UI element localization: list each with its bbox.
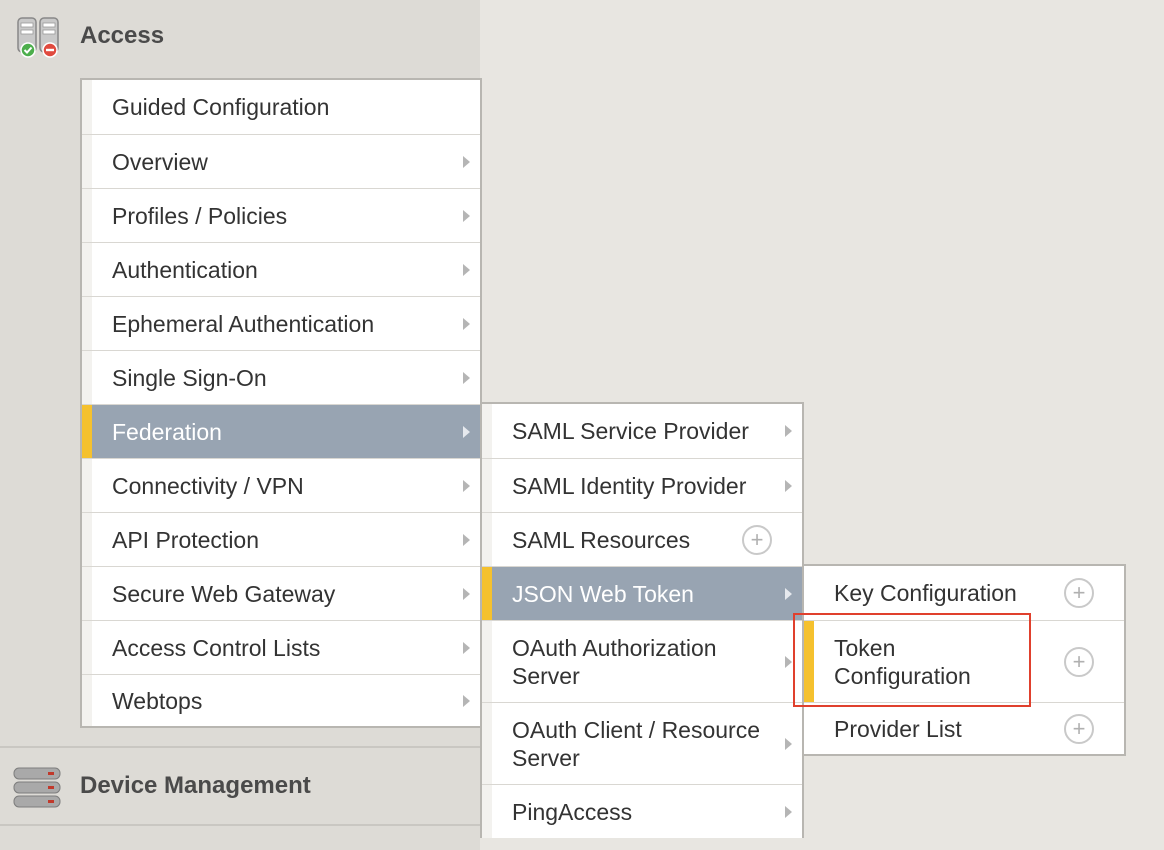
selection-accent [482,567,492,620]
plus-circle-icon[interactable]: + [1064,646,1094,677]
menu-item-label: Single Sign-On [112,364,267,391]
menu-item-label: JSON Web Token [512,580,694,607]
menu-item-label: SAML Service Provider [512,418,749,444]
access-submenu: Guided Configuration Overview Profiles / P… [80,78,482,728]
row-gutter [482,513,492,566]
chevron-right-icon [785,655,792,668]
row-gutter [82,243,92,296]
menu-item-saml-identity-provider[interactable]: SAML Identity Provider [482,458,802,512]
menu-item-label: Ephemeral Authentication [112,310,375,337]
menu-item-access-control-lists[interactable]: Access Control Lists [82,620,480,674]
menu-item-label: OAuth Client / Resource Server [512,716,761,771]
menu-item-label: PingAccess [512,798,633,825]
row-gutter [482,703,492,784]
chevron-right-icon [785,737,792,750]
menu-item-pingaccess[interactable]: PingAccess [482,784,802,838]
row-gutter [82,189,92,242]
menu-item-label: Key Configuration [834,580,1017,606]
device-management-section-title: Device Management [80,772,311,799]
menu-item-saml-service-provider[interactable]: SAML Service Provider [482,404,802,458]
row-gutter [82,675,92,726]
access-section-title: Access [80,22,165,49]
plus-circle-icon[interactable]: + [1064,713,1094,744]
row-gutter [482,404,492,458]
row-gutter [82,80,92,134]
chevron-right-icon [463,155,470,168]
chevron-right-icon [463,263,470,276]
menu-item-label: Connectivity / VPN [112,472,304,499]
row-gutter [82,135,92,188]
device-management-section-header[interactable]: Device Management [0,746,480,826]
menu-item-label: Authentication [112,256,258,283]
menu-item-label: Access Control Lists [112,634,321,661]
menu-item-webtops[interactable]: Webtops [82,674,480,726]
next-section-header [0,824,480,850]
row-gutter [82,459,92,512]
menu-item-overview[interactable]: Overview [82,134,480,188]
token-configuration-highlight [793,613,1031,707]
chevron-right-icon [463,209,470,222]
chevron-right-icon [785,479,792,492]
device-stack-icon [13,767,61,808]
chevron-right-icon [785,805,792,818]
menu-item-provider-list[interactable]: Provider List + [804,702,1124,754]
chevron-right-icon [463,587,470,600]
menu-item-profiles-policies[interactable]: Profiles / Policies [82,188,480,242]
menu-item-federation[interactable]: Federation [82,404,480,458]
row-gutter [82,621,92,674]
menu-item-json-web-token[interactable]: JSON Web Token [482,566,802,620]
menu-item-label: API Protection [112,526,260,553]
chevron-right-icon [463,641,470,654]
row-gutter [482,621,492,702]
access-section-header[interactable]: Access [0,0,480,76]
menu-item-label: Secure Web Gateway [112,580,336,607]
chevron-right-icon [785,425,792,437]
menu-item-label: Provider List [834,715,962,742]
menu-item-authentication[interactable]: Authentication [82,242,480,296]
selection-accent [82,405,92,458]
federation-submenu: SAML Service Provider SAML Identity Provi… [480,402,804,838]
menu-item-label: Federation [112,418,222,445]
chevron-right-icon [463,371,470,384]
menu-item-api-protection[interactable]: API Protection [82,512,480,566]
row-gutter [82,351,92,404]
menu-item-ephemeral-authentication[interactable]: Ephemeral Authentication [82,296,480,350]
access-servers-icon [17,17,59,58]
menu-item-label: SAML Identity Provider [512,472,747,499]
menu-item-label: Guided Configuration [112,94,330,120]
chevron-right-icon [785,587,792,600]
chevron-right-icon [463,479,470,492]
menu-item-saml-resources[interactable]: SAML Resources + [482,512,802,566]
row-gutter [482,459,492,512]
plus-circle-icon[interactable]: + [1064,578,1094,608]
chevron-right-icon [463,533,470,546]
menu-item-secure-web-gateway[interactable]: Secure Web Gateway [82,566,480,620]
menu-item-label: Webtops [112,687,203,714]
menu-item-guided-configuration[interactable]: Guided Configuration [82,80,480,134]
menu-item-oauth-authorization-server[interactable]: OAuth Authorization Server [482,620,802,702]
menu-item-label: Overview [112,148,208,175]
row-gutter [82,297,92,350]
menu-item-single-sign-on[interactable]: Single Sign-On [82,350,480,404]
menu-item-label: SAML Resources [512,526,691,553]
row-gutter [82,513,92,566]
menu-item-label: OAuth Authorization Server [512,634,717,689]
plus-circle-icon[interactable]: + [742,524,772,555]
chevron-right-icon [463,317,470,330]
menu-item-connectivity-vpn[interactable]: Connectivity / VPN [82,458,480,512]
row-gutter [82,567,92,620]
chevron-right-icon [463,425,470,438]
menu-item-oauth-client-resource-server[interactable]: OAuth Client / Resource Server [482,702,802,784]
row-gutter [482,785,492,838]
chevron-right-icon [463,694,470,707]
menu-item-label: Profiles / Policies [112,202,288,229]
menu-item-key-configuration[interactable]: Key Configuration + [804,566,1124,620]
